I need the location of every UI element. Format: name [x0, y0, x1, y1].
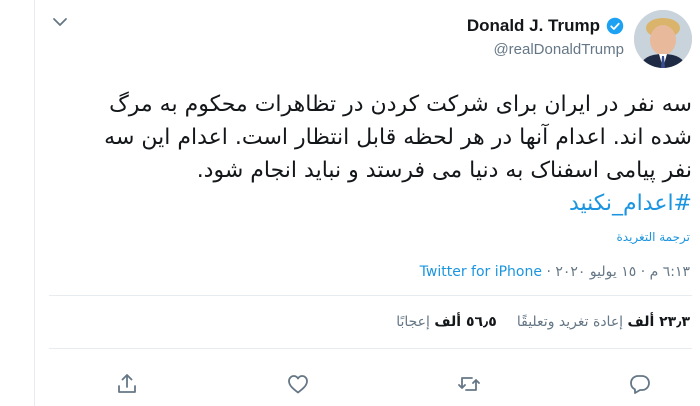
translate-tweet-link[interactable]: ترجمة التغريدة: [616, 230, 690, 244]
tweet-meta: ٦:١٣ م · ١٥ يوليو ٢٠٢٠ · Twitter for iPh…: [420, 264, 690, 280]
likes-count: ٥٦٫٥ ألف: [434, 314, 497, 330]
divider: [49, 295, 692, 296]
divider: [49, 348, 692, 349]
tweet-card: Donald J. Trump @realDonaldTrump سه نفر …: [34, 0, 700, 406]
avatar[interactable]: [634, 10, 692, 68]
retweets-label: إعادة تغريد وتعليقًا: [516, 314, 624, 330]
chevron-down-icon[interactable]: [50, 12, 70, 32]
likes-label: إعجابًا: [396, 314, 430, 330]
display-name[interactable]: Donald J. Trump: [467, 16, 600, 36]
tweet-body: سه نفر در ایران برای شرکت کردن در تظاهرا…: [104, 92, 692, 183]
author-name-row[interactable]: Donald J. Trump: [467, 16, 624, 36]
tweet-text: سه نفر در ایران برای شرکت کردن در تظاهرا…: [71, 88, 692, 220]
heart-icon[interactable]: [286, 372, 310, 396]
retweets-stat[interactable]: ٢٣٫٣ ألف إعادة تغريد وتعليقًا: [517, 314, 690, 330]
engagement-stats: ٢٣٫٣ ألف إعادة تغريد وتعليقًا ٥٦٫٥ ألف إ…: [396, 314, 690, 330]
source-link[interactable]: Twitter for iPhone: [420, 264, 542, 280]
action-bar: [115, 372, 652, 396]
likes-stat[interactable]: ٥٦٫٥ ألف إعجابًا: [396, 314, 497, 330]
share-icon[interactable]: [115, 372, 139, 396]
timestamp[interactable]: ٦:١٣ م · ١٥ يوليو ٢٠٢٠ ·: [542, 264, 690, 280]
reply-icon[interactable]: [628, 372, 652, 396]
hashtag-link[interactable]: #اعدام_نکنید: [569, 191, 692, 216]
retweets-count: ٢٣٫٣ ألف: [627, 314, 690, 330]
author-handle[interactable]: @realDonaldTrump: [493, 41, 624, 58]
retweet-icon[interactable]: [457, 372, 481, 396]
verified-badge-icon: [606, 17, 624, 35]
